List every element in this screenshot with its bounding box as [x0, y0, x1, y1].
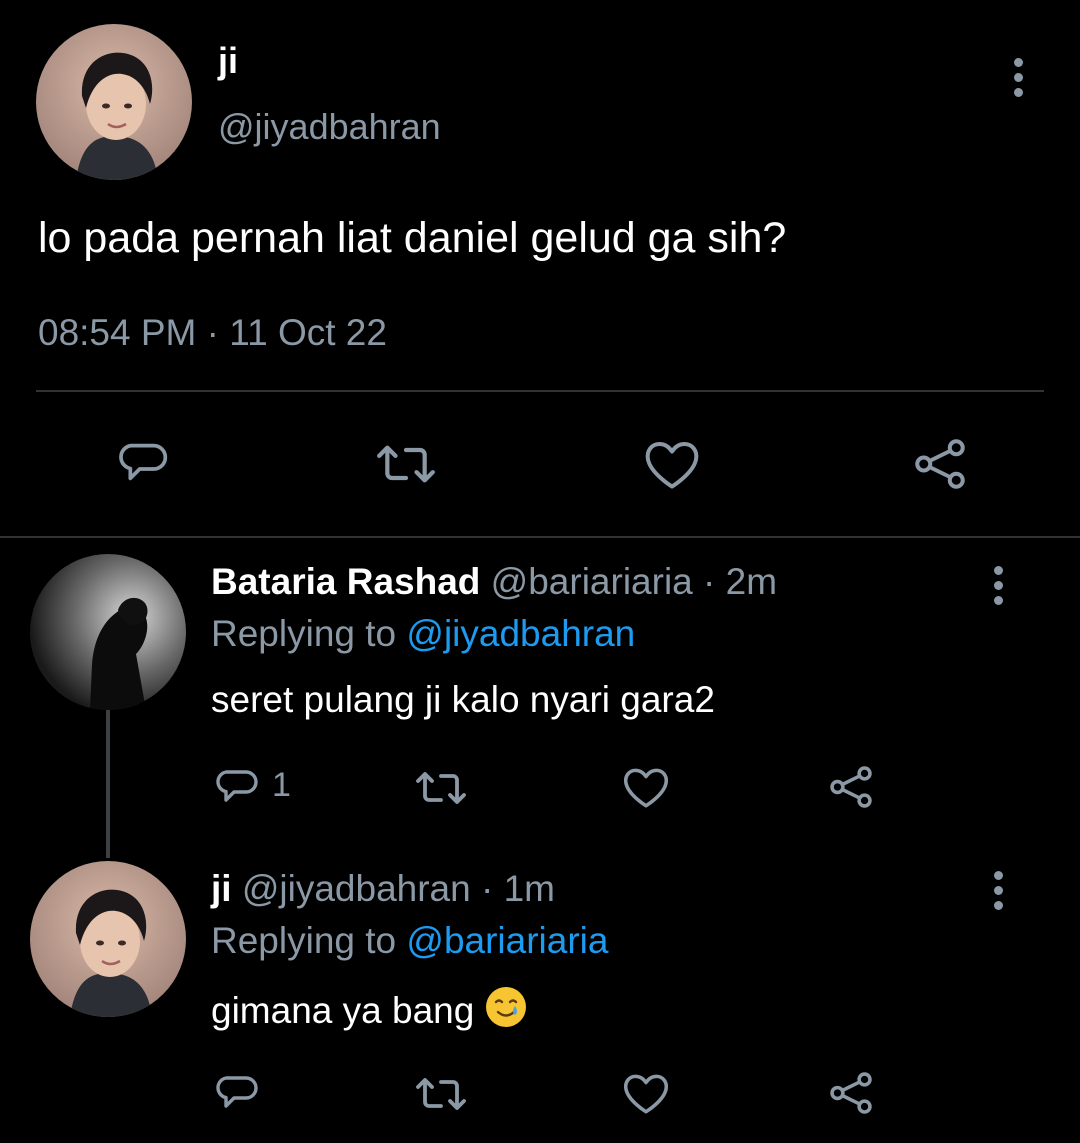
header-separator: · — [703, 561, 716, 602]
reply-icon[interactable] — [212, 762, 260, 810]
reply-text: seret pulang ji kalo nyari gara2 — [211, 679, 715, 720]
author-handle[interactable]: @jiyadbahran — [218, 106, 441, 148]
avatar[interactable] — [30, 861, 186, 1017]
tweet-time: 08:54 PM — [38, 312, 197, 353]
more-icon[interactable] — [983, 871, 1013, 910]
share-icon[interactable] — [910, 434, 970, 494]
replying-to: Replying to @bariariaria — [211, 920, 608, 962]
author-handle[interactable]: @jiyadbahran — [242, 868, 471, 909]
replying-to: Replying to @jiyadbahran — [211, 613, 635, 655]
mention-link[interactable]: @jiyadbahran — [406, 613, 635, 654]
share-icon[interactable] — [826, 762, 876, 812]
retweet-icon[interactable] — [412, 1070, 470, 1118]
more-icon[interactable] — [1003, 58, 1033, 97]
divider — [36, 390, 1044, 392]
author-handle[interactable]: @bariariaria — [491, 561, 693, 602]
header-separator: · — [481, 868, 494, 909]
author-name[interactable]: ji — [218, 40, 238, 82]
reply-text: gimana ya bang — [211, 990, 475, 1031]
reply-age: 1m — [503, 868, 556, 909]
reply-header: ji @jiyadbahran · 1m — [211, 868, 555, 910]
avatar[interactable] — [36, 24, 192, 180]
replying-label: Replying to — [211, 613, 397, 654]
retweet-icon[interactable] — [372, 436, 440, 492]
reply-icon[interactable] — [114, 434, 170, 490]
reply-text-line: gimana ya bang — [211, 985, 528, 1038]
like-icon[interactable] — [642, 436, 702, 492]
replying-label: Replying to — [211, 920, 397, 961]
more-icon[interactable] — [983, 566, 1013, 605]
reply-count: 1 — [272, 766, 291, 804]
tweet-thread: ji @jiyadbahran lo pada pernah liat dani… — [0, 0, 1080, 1143]
author-name[interactable]: Bataria Rashad — [211, 561, 480, 602]
reply-icon[interactable] — [212, 1068, 260, 1116]
timestamp-separator: · — [206, 312, 219, 353]
reply-age: 2m — [725, 561, 778, 602]
avatar[interactable] — [30, 554, 186, 710]
retweet-icon[interactable] — [412, 764, 470, 812]
smiling-face-with-tear-icon — [484, 985, 528, 1038]
tweet-text: lo pada pernah liat daniel gelud ga sih? — [38, 214, 787, 262]
tweet-date: 11 Oct 22 — [229, 312, 387, 353]
author-name[interactable]: ji — [211, 868, 232, 909]
like-icon[interactable] — [621, 1070, 671, 1116]
divider — [0, 536, 1080, 538]
like-icon[interactable] — [621, 764, 671, 810]
share-icon[interactable] — [826, 1068, 876, 1118]
mention-link[interactable]: @bariariaria — [406, 920, 608, 961]
thread-line — [106, 710, 110, 858]
reply-header: Bataria Rashad @bariariaria · 2m — [211, 561, 777, 603]
tweet-timestamp: 08:54 PM · 11 Oct 22 — [38, 312, 387, 354]
